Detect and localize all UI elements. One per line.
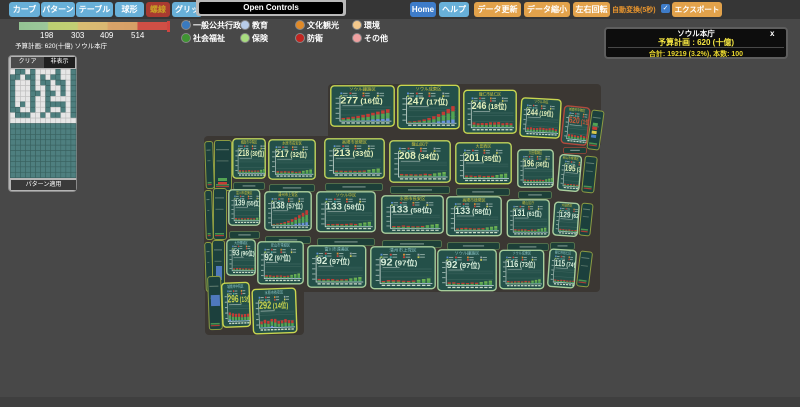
svg-text:213 (33位): 213 (33位) xyxy=(334,148,374,159)
svg-text:92 (97位): 92 (97位) xyxy=(447,260,481,271)
svg-text:大田儒城区: 大田儒城区 xyxy=(529,150,543,156)
svg-text:ソウル成東区: ソウル成東区 xyxy=(416,85,443,92)
svg-text:ソウル鐘路区: ソウル鐘路区 xyxy=(455,250,480,256)
svg-text:高陽市徳陽区: 高陽市徳陽区 xyxy=(342,139,367,145)
svg-text:208 (34位): 208 (34位) xyxy=(399,151,440,162)
svg-text:ソウル成東区: ソウル成東区 xyxy=(512,250,531,255)
svg-text:富川市遠美区: 富川市遠美区 xyxy=(236,189,252,195)
svg-text:247 (17位): 247 (17位) xyxy=(407,96,448,107)
svg-text:清州市上党区: 清州市上党区 xyxy=(389,247,417,254)
svg-text:城南市中院区: 城南市中院区 xyxy=(227,283,244,290)
svg-text:246 (18位): 246 (18位) xyxy=(472,101,508,113)
svg-text:龍仁市処仁区: 龍仁市処仁区 xyxy=(479,90,501,96)
svg-text:92 (97位): 92 (97位) xyxy=(381,258,418,269)
svg-text:133 (58位): 133 (58位) xyxy=(326,202,366,213)
svg-text:安山市常緑区: 安山市常緑区 xyxy=(271,242,291,248)
svg-text:城南市中院区: 城南市中院区 xyxy=(241,139,258,145)
svg-text:大田儒城区: 大田儒城区 xyxy=(234,239,248,245)
svg-text:高陽市徳陽区: 高陽市徳陽区 xyxy=(462,197,485,202)
svg-text:水原市長安区: 水原市長安区 xyxy=(264,289,283,295)
svg-text:清州市上党区: 清州市上党区 xyxy=(278,192,298,197)
svg-text:龍山区庁: 龍山区庁 xyxy=(412,141,429,147)
svg-text:富川市遠美区: 富川市遠美区 xyxy=(325,246,349,252)
svg-text:水原市長安区: 水原市長安区 xyxy=(400,195,426,201)
svg-text:大田西区: 大田西区 xyxy=(476,142,492,148)
svg-text:133 (58位): 133 (58位) xyxy=(391,205,433,215)
svg-text:龍山区庁: 龍山区庁 xyxy=(522,200,535,205)
svg-text:ソウル鐘路区: ソウル鐘路区 xyxy=(349,86,377,93)
svg-text:水原市長安区: 水原市長安区 xyxy=(282,140,302,145)
svg-text:201 (35位): 201 (35位) xyxy=(464,153,502,164)
svg-text:ソウル中区: ソウル中区 xyxy=(336,192,357,198)
svg-text:92 (97位): 92 (97位) xyxy=(316,256,350,267)
svg-text:277 (16位): 277 (16位) xyxy=(340,96,383,106)
